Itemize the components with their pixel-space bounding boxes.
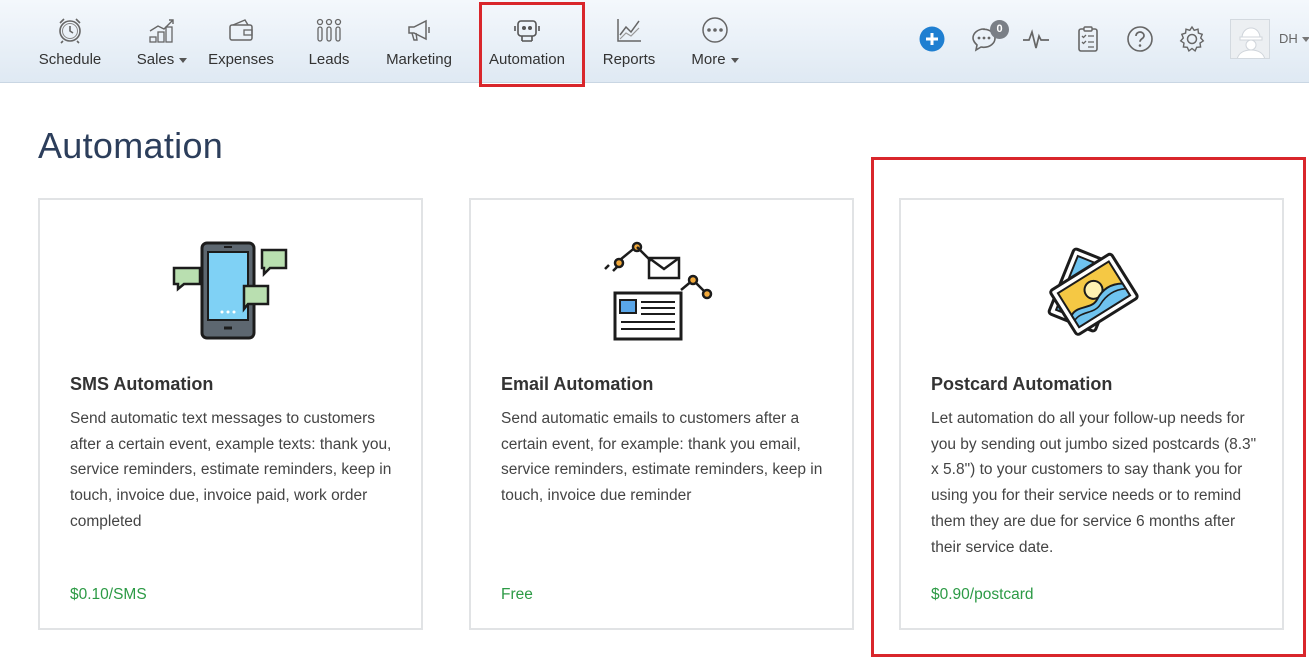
pulse-icon[interactable] [1021,24,1051,54]
people-icon [316,18,342,42]
user-initials: DH [1279,31,1298,46]
page-title: Automation [38,125,224,166]
nav-sales[interactable]: Sales [136,0,188,83]
nav-schedule[interactable]: Schedule [38,0,102,83]
email-robot-arm-icon [603,241,712,341]
card-description: Send automatic emails to customers after… [501,410,823,505]
coins-chart-icon [149,19,174,43]
card-price: Free [501,586,533,603]
nav-label: Reports [602,51,656,68]
nav-more[interactable]: More [688,0,742,83]
user-avatar-icon [1231,20,1269,58]
email-automation-card[interactable]: Email Automation Send automatic emails t… [469,198,854,630]
ellipsis-icon [702,17,728,43]
phone-sms-icon [172,241,287,340]
nav-label: Marketing [386,51,452,68]
sms-automation-card[interactable]: SMS Automation Send automatic text messa… [38,198,423,630]
nav-marketing[interactable]: Marketing [384,0,454,83]
avatar[interactable] [1230,19,1270,59]
nav-reports[interactable]: Reports [600,0,658,83]
nav-label: More [691,51,726,68]
nav-leads[interactable]: Leads [306,0,352,83]
clipboard-icon[interactable] [1073,24,1103,54]
chevron-down-icon [179,58,188,63]
nav-label: Sales [136,51,175,68]
card-price: $0.10/SMS [70,586,147,603]
alarm-clock-icon [59,18,81,44]
user-menu[interactable]: DH [1279,31,1309,46]
card-title: Email Automation [501,374,654,394]
nav-label: Leads [308,51,350,68]
postcard-highlight-box [871,157,1306,657]
card-title: SMS Automation [70,374,214,394]
wallet-icon [229,19,253,41]
card-description: Send automatic text messages to customer… [70,410,392,530]
chevron-down-icon [730,58,739,63]
top-navbar: Schedule Sales Expenses Leads Marketing … [0,0,1309,83]
chevron-down-icon [1301,37,1309,42]
notification-badge: 0 [990,20,1009,39]
automation-highlight-box [479,2,585,87]
gear-icon[interactable] [1177,24,1207,54]
help-icon[interactable] [1125,24,1155,54]
nav-label: Schedule [38,51,102,68]
line-chart-icon [617,19,641,42]
nav-label: Expenses [208,51,274,68]
add-icon[interactable] [917,24,947,54]
nav-expenses[interactable]: Expenses [208,0,274,83]
megaphone-icon [408,19,430,41]
